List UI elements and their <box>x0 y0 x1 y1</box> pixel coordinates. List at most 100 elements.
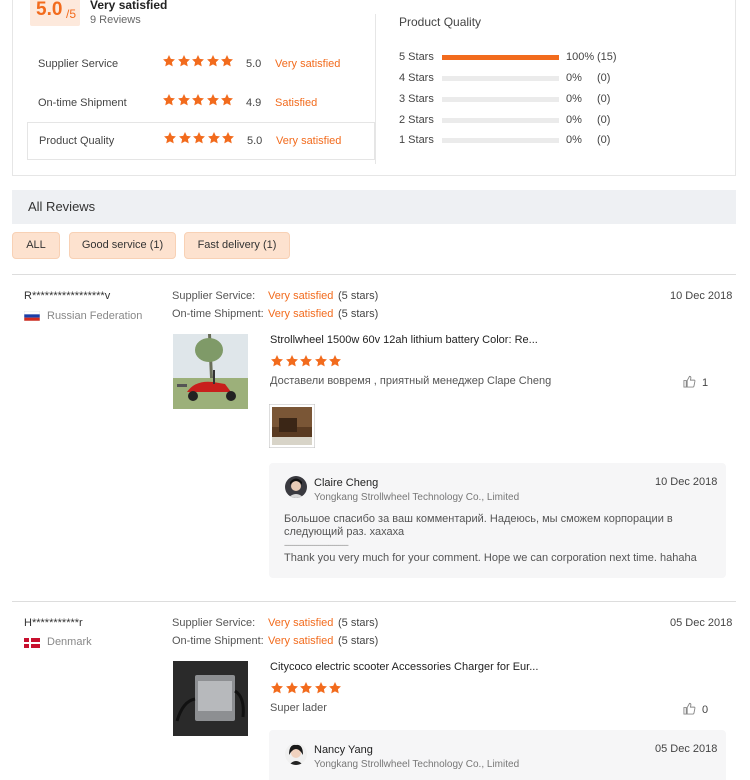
star-icon <box>220 93 234 107</box>
seller-name: Claire Cheng <box>314 477 379 489</box>
supplier-service-label: Supplier Service: <box>172 617 256 629</box>
rating-stars <box>163 131 236 149</box>
supplier-service-text: Very satisfied <box>268 617 334 629</box>
star-icon <box>299 681 313 695</box>
star-distribution-row: 1 Stars 0% (0) <box>399 134 659 148</box>
reviewer-country: Russian Federation <box>47 310 143 322</box>
product-thumbnail-scooter[interactable] <box>173 334 248 409</box>
rating-text: Very satisfied <box>276 135 342 147</box>
overall-label: Very satisfied <box>90 0 168 12</box>
dist-count: (0) <box>597 134 611 146</box>
star-icon <box>270 681 284 695</box>
seller-company: Yongkang Strollwheel Technology Co., Lim… <box>314 759 520 770</box>
rating-label: Supplier Service <box>38 58 119 70</box>
star-distribution-row: 2 Stars 0% (0) <box>399 114 659 128</box>
dist-percent: 0% <box>566 134 582 146</box>
dist-label: 5 Stars <box>399 51 434 63</box>
rating-score: 5.0 <box>247 135 263 147</box>
overall-score-denominator: /5 <box>66 7 77 21</box>
dist-label: 3 Stars <box>399 93 434 105</box>
like-button[interactable]: 0 <box>683 702 708 716</box>
review-date: 05 Dec 2018 <box>670 617 733 629</box>
dist-percent: 0% <box>566 114 582 126</box>
star-icon <box>163 131 177 145</box>
russia-flag-icon <box>24 311 40 321</box>
reviewer-name: H***********r <box>24 617 83 629</box>
review-stars <box>270 681 343 699</box>
reply-date: 10 Dec 2018 <box>655 476 718 488</box>
rating-summary-card: 5.0 /5 Very satisfied 9 Reviews Supplier… <box>12 0 736 176</box>
seller-name: Nancy Yang <box>314 744 373 756</box>
rating-text: Satisfied <box>275 97 318 109</box>
star-icon <box>221 131 235 145</box>
product-quality-title: Product Quality <box>399 15 482 29</box>
star-distribution-row: 4 Stars 0% (0) <box>399 72 659 86</box>
star-icon <box>314 681 328 695</box>
rating-row-supplier-service: Supplier Service 5.0 Very satisfied <box>27 46 375 84</box>
product-title[interactable]: Citycoco electric scooter Accessories Ch… <box>270 661 538 673</box>
supplier-service-label: Supplier Service: <box>172 290 256 302</box>
filter-fast-delivery-button[interactable]: Fast delivery (1) <box>184 232 290 259</box>
star-icon <box>328 354 342 368</box>
star-icon <box>162 54 176 68</box>
supplier-service-text: Very satisfied <box>268 290 334 302</box>
like-button[interactable]: 1 <box>683 375 708 389</box>
reviewer-name: R*****************v <box>24 290 111 302</box>
rating-stars <box>162 54 235 72</box>
reply-text-russian: Большое спасибо за ваш комментарий. Наде… <box>284 513 673 538</box>
review-photo-thumbnail[interactable] <box>269 404 315 448</box>
all-reviews-title: All Reviews <box>28 199 96 214</box>
seller-reply: Claire Cheng Yongkang Strollwheel Techno… <box>269 463 726 578</box>
star-icon <box>220 54 234 68</box>
dist-bar <box>442 118 559 123</box>
like-count: 0 <box>702 704 709 716</box>
star-icon <box>285 681 299 695</box>
star-icon <box>178 131 192 145</box>
product-thumbnail-charger[interactable] <box>173 661 248 736</box>
product-title[interactable]: Strollwheel 1500w 60v 12ah lithium batte… <box>270 334 538 346</box>
dist-percent: 0% <box>566 93 582 105</box>
star-icon <box>206 54 220 68</box>
star-distribution-row: 3 Stars 0% (0) <box>399 93 659 107</box>
star-icon <box>206 93 220 107</box>
reply-text-english: Thank you very much for your comment. Ho… <box>284 552 697 564</box>
dist-percent: 100% <box>566 51 595 63</box>
supplier-service-stars: (5 stars) <box>338 617 379 629</box>
rating-label: On-time Shipment <box>38 97 127 109</box>
seller-reply: Nancy Yang Yongkang Strollwheel Technolo… <box>269 730 726 780</box>
ontime-shipment-text: Very satisfied <box>268 635 334 647</box>
reviewer-country: Denmark <box>47 636 92 648</box>
ontime-shipment-stars: (5 stars) <box>338 635 379 647</box>
rating-stars <box>162 93 235 111</box>
supplier-service-stars: (5 stars) <box>338 290 379 302</box>
star-icon <box>270 354 284 368</box>
overall-score: 5.0 <box>36 0 63 20</box>
star-icon <box>177 54 191 68</box>
ontime-shipment-label: On-time Shipment: <box>172 308 264 320</box>
seller-avatar <box>285 743 307 765</box>
star-icon <box>207 131 221 145</box>
thumbs-up-icon <box>683 702 696 715</box>
star-icon <box>191 93 205 107</box>
like-count: 1 <box>702 377 709 389</box>
dist-percent: 0% <box>566 72 582 84</box>
divider <box>12 601 736 602</box>
filter-all-button[interactable]: ALL <box>12 232 60 259</box>
dist-bar <box>442 76 559 81</box>
filter-good-service-button[interactable]: Good service (1) <box>69 232 176 259</box>
star-distribution-row: 5 Stars 100% (15) <box>399 51 659 65</box>
star-icon <box>299 354 313 368</box>
thumbs-up-icon <box>683 375 696 388</box>
star-icon <box>314 354 328 368</box>
dist-bar-fill <box>442 55 559 60</box>
star-icon <box>192 131 206 145</box>
dist-bar <box>442 55 559 60</box>
reply-date: 05 Dec 2018 <box>655 743 718 755</box>
overall-score-badge: 5.0 /5 <box>30 0 80 26</box>
review-date: 10 Dec 2018 <box>670 290 733 302</box>
divider <box>12 274 736 275</box>
dist-count: (15) <box>597 51 617 63</box>
star-icon <box>191 54 205 68</box>
star-icon <box>285 354 299 368</box>
rating-row-product-quality[interactable]: Product Quality 5.0 Very satisfied <box>27 122 375 160</box>
